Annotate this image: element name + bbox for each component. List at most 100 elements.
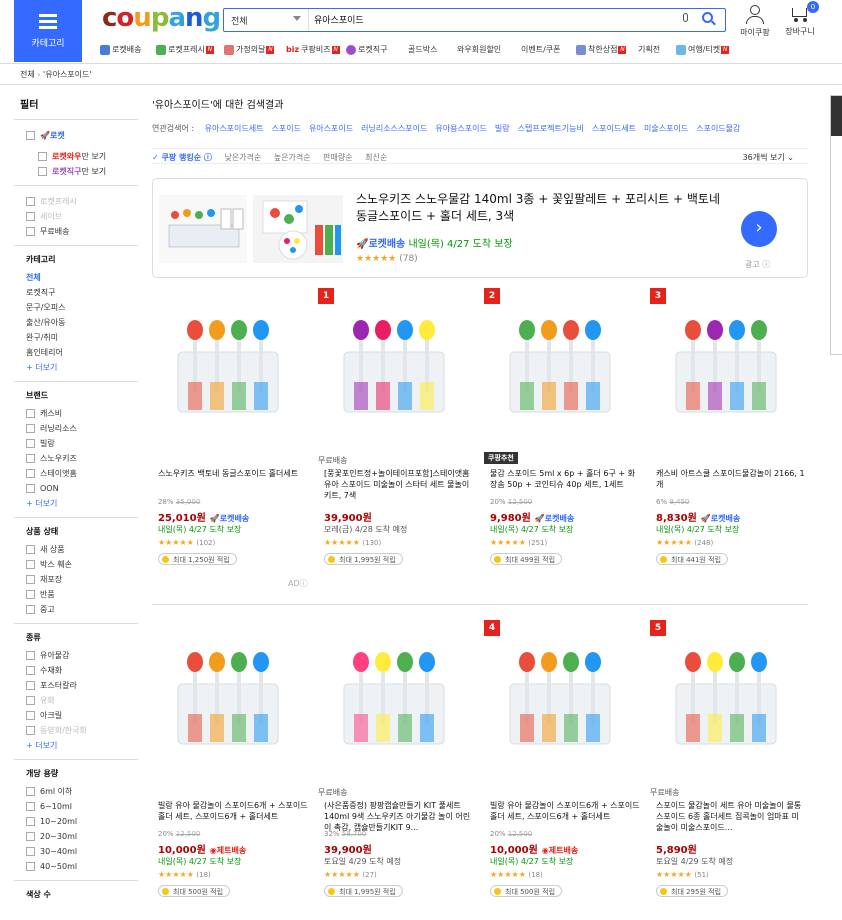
state-item[interactable]: 새 상품 <box>26 542 138 557</box>
nav-item-fresh[interactable]: 로켓프레시 N <box>156 44 214 55</box>
breadcrumb-home[interactable]: 전체 <box>20 70 35 79</box>
discount: 28% 35,000 <box>158 498 201 506</box>
product-card[interactable]: 스노우키즈 백토네 동글스포이드 홀더세트 28% 35,000 25,010원 🚀로… <box>152 288 302 588</box>
category-menu-button[interactable]: 카테고리 <box>14 0 82 62</box>
product-card[interactable]: 빌랑 유아 물감놀이 스포이드6개 + 스포이드홀더 세트, 스포이드6개 + … <box>152 620 308 920</box>
brand-more-link[interactable]: + 더보기 <box>26 496 138 511</box>
product-name[interactable]: 빌랑 유아 물감놀이 스포이드6개 + 스포이드홀더 세트, 스포이드6개 + … <box>158 800 308 822</box>
filter-direct-only[interactable]: 로켓직구만 보기 <box>38 164 138 179</box>
kind-more-link[interactable]: + 더보기 <box>26 738 138 753</box>
category-item[interactable]: 로켓직구 <box>26 285 138 300</box>
product-card[interactable]: 3 캐스비 아트스쿨 스포이드물감놀이 2166, 1개 6% 9,450 8,830… <box>650 288 805 588</box>
product-name[interactable]: 물감 스포이드 5ml x 6p + 홀더 6구 + 화장솜 50p + 코인티… <box>490 468 640 490</box>
row-divider <box>152 604 808 605</box>
product-name[interactable]: 스노우키즈 백토네 동글스포이드 홀더세트 <box>158 468 308 479</box>
nav-item-special[interactable]: 기획전 <box>638 44 660 55</box>
category-more-link[interactable]: + 더보기 <box>26 360 138 375</box>
volume-item[interactable]: 20~30ml <box>26 829 138 844</box>
nav-item-goldbox[interactable]: 골드박스 <box>408 44 437 55</box>
volume-item[interactable]: 40~50ml <box>26 859 138 874</box>
mic-icon[interactable] <box>682 13 690 26</box>
nav-item-travel[interactable]: 여행/티켓 N <box>676 44 730 55</box>
product-name[interactable]: 캐스비 아트스쿨 스포이드물감놀이 2166, 1개 <box>656 468 806 490</box>
sort-sales[interactable]: 판매량순 <box>323 153 352 162</box>
product-name[interactable]: [풍꽃포인트정+놀이테이프포함]스테이앳홈 유아 스포이드 미술놀이 스타터 세… <box>324 468 474 501</box>
related-keyword[interactable]: 유아용스포이드 <box>435 124 487 133</box>
sort-latest[interactable]: 최신순 <box>365 153 387 162</box>
ad-title[interactable]: 스노우키즈 스노우물감 140ml 3종 + 꽃잎팔레트 + 포리시트 + 백토… <box>356 191 726 225</box>
sort-high-price[interactable]: 높은가격순 <box>274 153 311 162</box>
nav-item-wow[interactable]: 와우회원할인 <box>457 44 501 55</box>
state-item[interactable]: 재포장 <box>26 572 138 587</box>
kind-item: 유화 <box>26 693 138 708</box>
nav-item-rocket[interactable]: 로켓배송 <box>100 44 141 55</box>
coupang-logo[interactable]: coupang <box>102 3 221 33</box>
volume-item[interactable]: 6~10ml <box>26 799 138 814</box>
checkbox[interactable] <box>26 131 35 140</box>
category-item[interactable]: 완구/취미 <box>26 330 138 345</box>
filter-wow-only[interactable]: 로켓와우만 보기 <box>38 149 138 164</box>
brand-item[interactable]: 캐스비 <box>26 406 138 421</box>
state-item[interactable]: 반품 <box>26 587 138 602</box>
sort-ranking[interactable]: ✓ 쿠팡 랭킹순 ⓘ <box>152 153 212 162</box>
filter-free-ship[interactable]: 무료배송 <box>26 224 138 239</box>
search-category-select[interactable]: 전체 <box>224 9 309 30</box>
points-badge: 최대 499원 적립 <box>490 553 563 565</box>
ad-next-arrow-icon[interactable]: › <box>741 211 777 247</box>
product-name[interactable]: 스포이드 물감놀이 세트 유아 미술놀이 물통 스포이드 6종 홀더세트 집콕놀… <box>656 800 806 833</box>
product-name[interactable]: 빌랑 유아 물감놀이 스포이드6개 + 스포이드홀더 세트, 스포이드6개 + … <box>490 800 640 822</box>
search-input[interactable] <box>314 11 674 28</box>
ad-banner[interactable]: 스노우키즈 스노우물감 140ml 3종 + 꽃잎팔레트 + 포리시트 + 백토… <box>152 178 808 278</box>
brand-item[interactable]: OON <box>26 481 138 496</box>
cart-button[interactable]: 0 장바구니 <box>780 1 820 37</box>
sort-bar: ✓ 쿠팡 랭킹순 ⓘ 낮은가격순 높은가격순 판매량순 최신순 36개씩 보기 … <box>152 148 808 164</box>
related-keyword[interactable]: 스포이드 <box>271 124 300 133</box>
nav-item-good-store[interactable]: 착한상점 N <box>576 44 627 55</box>
brand-item[interactable]: 스노우키즈 <box>26 451 138 466</box>
side-panel-tab[interactable] <box>830 95 842 355</box>
brand-item[interactable]: 빌랑 <box>26 436 138 451</box>
related-keyword[interactable]: 유아스포이드세트 <box>205 124 264 133</box>
category-item[interactable]: 문구/오피스 <box>26 300 138 315</box>
volume-item[interactable]: 30~40ml <box>26 844 138 859</box>
per-page-select[interactable]: 36개씩 보기 ⌄ <box>743 152 794 163</box>
category-item[interactable]: 홈인테리어 <box>26 345 138 360</box>
product-name[interactable]: (사은품증정) 팡팡캡슐만들기 KIT 풀세트 140ml 9색 스노우키즈 아… <box>324 800 474 833</box>
state-item[interactable]: 중고 <box>26 602 138 617</box>
state-item[interactable]: 박스 훼손 <box>26 557 138 572</box>
kind-item[interactable]: 아크릴 <box>26 708 138 723</box>
my-coupang-button[interactable]: 마이쿠팡 <box>738 5 772 38</box>
state-filter-title: 상품 상태 <box>26 527 59 536</box>
category-all[interactable]: 전체 <box>26 270 138 285</box>
volume-item[interactable]: 10~20ml <box>26 814 138 829</box>
product-card[interactable]: 2 쿠팡추천 물감 스포이드 5ml x 6p + 홀더 6구 + 화장솜 50p … <box>484 288 635 588</box>
kind-item[interactable]: 유아물감 <box>26 648 138 663</box>
kind-item[interactable]: 포스터칼라 <box>26 678 138 693</box>
product-card[interactable]: 무료배송 (사은품증정) 팡팡캡슐만들기 KIT 풀세트 140ml 9색 스노우… <box>318 620 470 920</box>
category-item[interactable]: 출산/유아동 <box>26 315 138 330</box>
related-keyword[interactable]: 스포이드세트 <box>592 124 636 133</box>
related-keyword[interactable]: 미술스포이드 <box>644 124 688 133</box>
product-card[interactable]: 5 무료배송 스포이드 물감놀이 세트 유아 미술놀이 물통 스포이드 6종 홀더세… <box>650 620 801 920</box>
brand-item[interactable]: 러닝리소스 <box>26 421 138 436</box>
nav-item-event[interactable]: 이벤트/쿠폰 <box>521 44 561 55</box>
kind-item[interactable]: 수채화 <box>26 663 138 678</box>
volume-item[interactable]: 6ml 이하 <box>26 784 138 799</box>
nav-item-direct[interactable]: 로켓직구 <box>346 44 387 55</box>
rating: ★★★★★ (27) <box>324 870 377 879</box>
sort-low-price[interactable]: 낮은가격순 <box>224 153 261 162</box>
nav-item-family[interactable]: 가정의달 N <box>224 44 275 55</box>
related-keyword[interactable]: 유아스포이드 <box>309 124 353 133</box>
search-icon[interactable] <box>702 12 716 26</box>
product-card[interactable]: 1 무료배송 [풍꽃포인트정+놀이테이프포함]스테이앳홈 유아 스포이드 미술놀이 … <box>318 288 469 588</box>
related-keyword[interactable]: 빌랑 <box>495 124 510 133</box>
delivery-info: 내일(목) 4/27 도착 보장 <box>490 525 574 534</box>
related-keyword[interactable]: 스포이드물감 <box>696 124 740 133</box>
filter-rocket[interactable]: 🚀로켓 <box>26 128 138 143</box>
nav-item-biz[interactable]: biz 쿠팡비즈 N <box>286 44 340 55</box>
brand-item[interactable]: 스테이앳홈 <box>26 466 138 481</box>
rocket-direct-icon <box>346 44 356 55</box>
product-card[interactable]: 4 빌랑 유아 물감놀이 스포이드6개 + 스포이드홀더 세트, 스포이드6개 +… <box>484 620 640 920</box>
related-keyword[interactable]: 러닝리소스스포이드 <box>361 124 427 133</box>
related-keyword[interactable]: 스텝프로젝트기능비 <box>518 124 584 133</box>
